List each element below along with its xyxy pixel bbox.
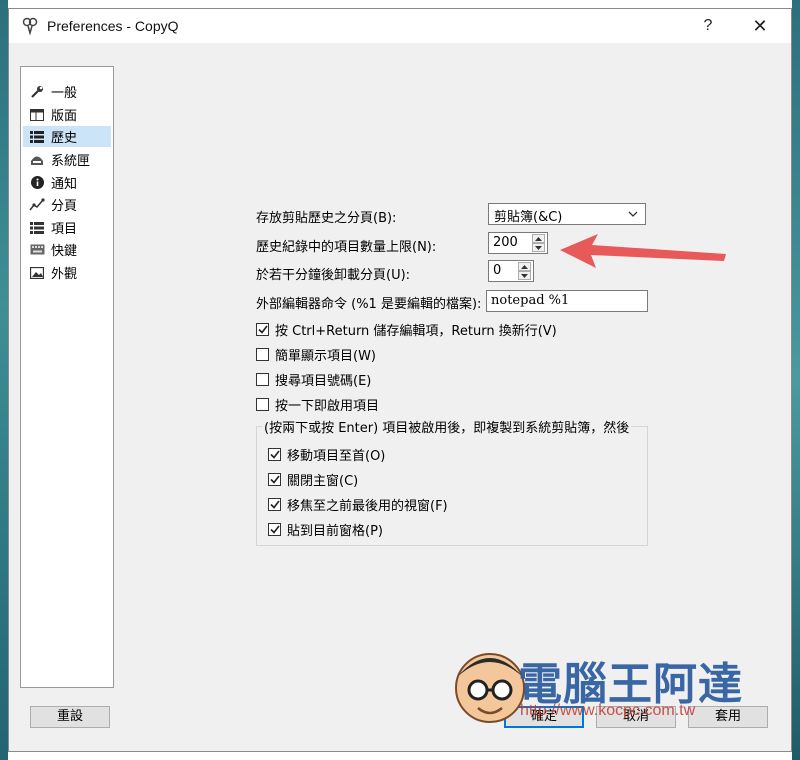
- editor-label: 外部編輯器命令 (%1 是要編輯的檔案):: [256, 297, 482, 312]
- sidebar-item-appearance[interactable]: 外觀: [23, 262, 111, 283]
- items-icon: [29, 220, 45, 236]
- sidebar-item-label: 分頁: [51, 199, 78, 214]
- editor-command-value: notepad %1: [491, 293, 570, 308]
- max-items-value: 200: [493, 235, 518, 250]
- checkbox-box[interactable]: [268, 473, 281, 486]
- info-icon: [29, 175, 45, 191]
- close-button[interactable]: ✕: [747, 15, 773, 37]
- checkbox-box[interactable]: [268, 498, 281, 511]
- ctrl-return-checkbox[interactable]: 按 Ctrl+Return 儲存編輯項，Return 換新行(V): [256, 320, 557, 339]
- sidebar-item-tabs[interactable]: 分頁: [23, 194, 111, 215]
- sidebar-item-label: 項目: [51, 222, 78, 237]
- watermark-url: http://www.kocpc.com.tw: [520, 702, 696, 719]
- spin-up-button[interactable]: [518, 262, 531, 271]
- title-bar: Preferences - CopyQ ? ✕: [9, 9, 791, 43]
- sidebar-item-label: 通知: [51, 177, 78, 192]
- max-items-label: 歷史紀錄中的項目數量上限(N):: [256, 240, 437, 255]
- tabs-icon: [29, 197, 45, 213]
- spin-up-button[interactable]: [532, 234, 545, 243]
- single-click-checkbox[interactable]: 按一下即啟用項目: [256, 395, 379, 414]
- checkbox-box[interactable]: [268, 448, 281, 461]
- move-to-top-checkbox[interactable]: 移動項目至首(O): [268, 445, 385, 464]
- store-tab-value: 剪貼簿(&C): [494, 210, 563, 225]
- checkbox-box[interactable]: [256, 373, 269, 386]
- tray-icon: [29, 152, 45, 168]
- desktop-background-left: [0, 0, 8, 760]
- spin-buttons: [518, 262, 531, 280]
- checkbox-label: 按 Ctrl+Return 儲存編輯項，Return 換新行(V): [275, 324, 557, 339]
- window-title: Preferences - CopyQ: [47, 18, 179, 34]
- sidebar-item-items[interactable]: 項目: [23, 217, 111, 238]
- unload-value: 0: [493, 263, 502, 278]
- checkmark-icon: [269, 525, 280, 534]
- checkmark-icon: [269, 475, 280, 484]
- sidebar-item-label: 系統匣: [51, 154, 91, 169]
- simple-items-checkbox[interactable]: 簡單顯示項目(W): [256, 345, 376, 364]
- editor-command-input[interactable]: notepad %1: [486, 290, 648, 312]
- checkbox-label: 關閉主窗(C): [287, 474, 359, 489]
- store-tab-label: 存放剪貼歷史之分頁(B):: [256, 211, 397, 226]
- reset-button[interactable]: 重設: [30, 706, 110, 728]
- unload-label: 於若干分鐘後卸載分頁(U):: [256, 268, 411, 283]
- spin-down-button[interactable]: [518, 271, 531, 280]
- list-icon: [29, 129, 45, 145]
- settings-sidebar: 一般 版面 歷史 系統匣 通知 分頁 項目 快鍵 外觀: [20, 66, 114, 688]
- max-items-spinbox[interactable]: 200: [488, 232, 548, 254]
- store-tab-select[interactable]: 剪貼簿(&C): [488, 203, 646, 225]
- sidebar-item-label: 版面: [51, 109, 78, 124]
- sidebar-item-history[interactable]: 歷史: [23, 126, 111, 147]
- sidebar-item-general[interactable]: 一般: [23, 81, 111, 102]
- sidebar-item-label: 一般: [51, 86, 78, 101]
- wrench-icon: [29, 84, 45, 100]
- groupbox-title: (按兩下或按 Enter) 項目被啟用後，即複製到系統剪貼簿，然後: [262, 417, 632, 436]
- sidebar-item-layout[interactable]: 版面: [23, 104, 111, 125]
- checkmark-icon: [269, 450, 280, 459]
- sidebar-item-label: 快鍵: [51, 244, 78, 259]
- copyq-app-icon: [22, 17, 38, 35]
- checkbox-box[interactable]: [256, 398, 269, 411]
- checkbox-label: 按一下即啟用項目: [275, 399, 380, 414]
- desktop-background-right: [792, 0, 800, 760]
- spin-down-button[interactable]: [532, 243, 545, 252]
- keyboard-icon: [29, 242, 45, 258]
- sidebar-item-shortcuts[interactable]: 快鍵: [23, 239, 111, 260]
- paste-to-window-checkbox[interactable]: 貼到目前窗格(P): [268, 520, 383, 539]
- help-button[interactable]: ?: [695, 15, 721, 37]
- checkbox-label: 搜尋項目號碼(E): [275, 374, 372, 389]
- spin-buttons: [532, 234, 545, 252]
- checkbox-box[interactable]: [256, 323, 269, 336]
- appearance-icon: [29, 265, 45, 281]
- close-main-window-checkbox[interactable]: 關閉主窗(C): [268, 470, 358, 489]
- checkbox-label: 移焦至之前最後用的視窗(F): [287, 499, 448, 514]
- checkbox-label: 移動項目至首(O): [287, 449, 386, 464]
- chevron-down-icon: [628, 211, 638, 217]
- annotation-arrow-icon: [560, 234, 726, 268]
- focus-last-window-checkbox[interactable]: 移焦至之前最後用的視窗(F): [268, 495, 448, 514]
- checkbox-label: 簡單顯示項目(W): [275, 349, 376, 364]
- checkbox-label: 貼到目前窗格(P): [287, 524, 383, 539]
- checkmark-icon: [269, 500, 280, 509]
- sidebar-item-tray[interactable]: 系統匣: [23, 149, 111, 170]
- sidebar-item-label: 外觀: [51, 267, 78, 282]
- checkbox-box[interactable]: [256, 348, 269, 361]
- unload-spinbox[interactable]: 0: [488, 260, 534, 282]
- sidebar-item-label: 歷史: [51, 131, 78, 146]
- sidebar-item-notifications[interactable]: 通知: [23, 172, 111, 193]
- checkmark-icon: [257, 325, 268, 334]
- checkbox-box[interactable]: [268, 523, 281, 536]
- layout-icon: [29, 107, 45, 123]
- preferences-window: Preferences - CopyQ ? ✕: [8, 8, 792, 752]
- search-number-checkbox[interactable]: 搜尋項目號碼(E): [256, 370, 371, 389]
